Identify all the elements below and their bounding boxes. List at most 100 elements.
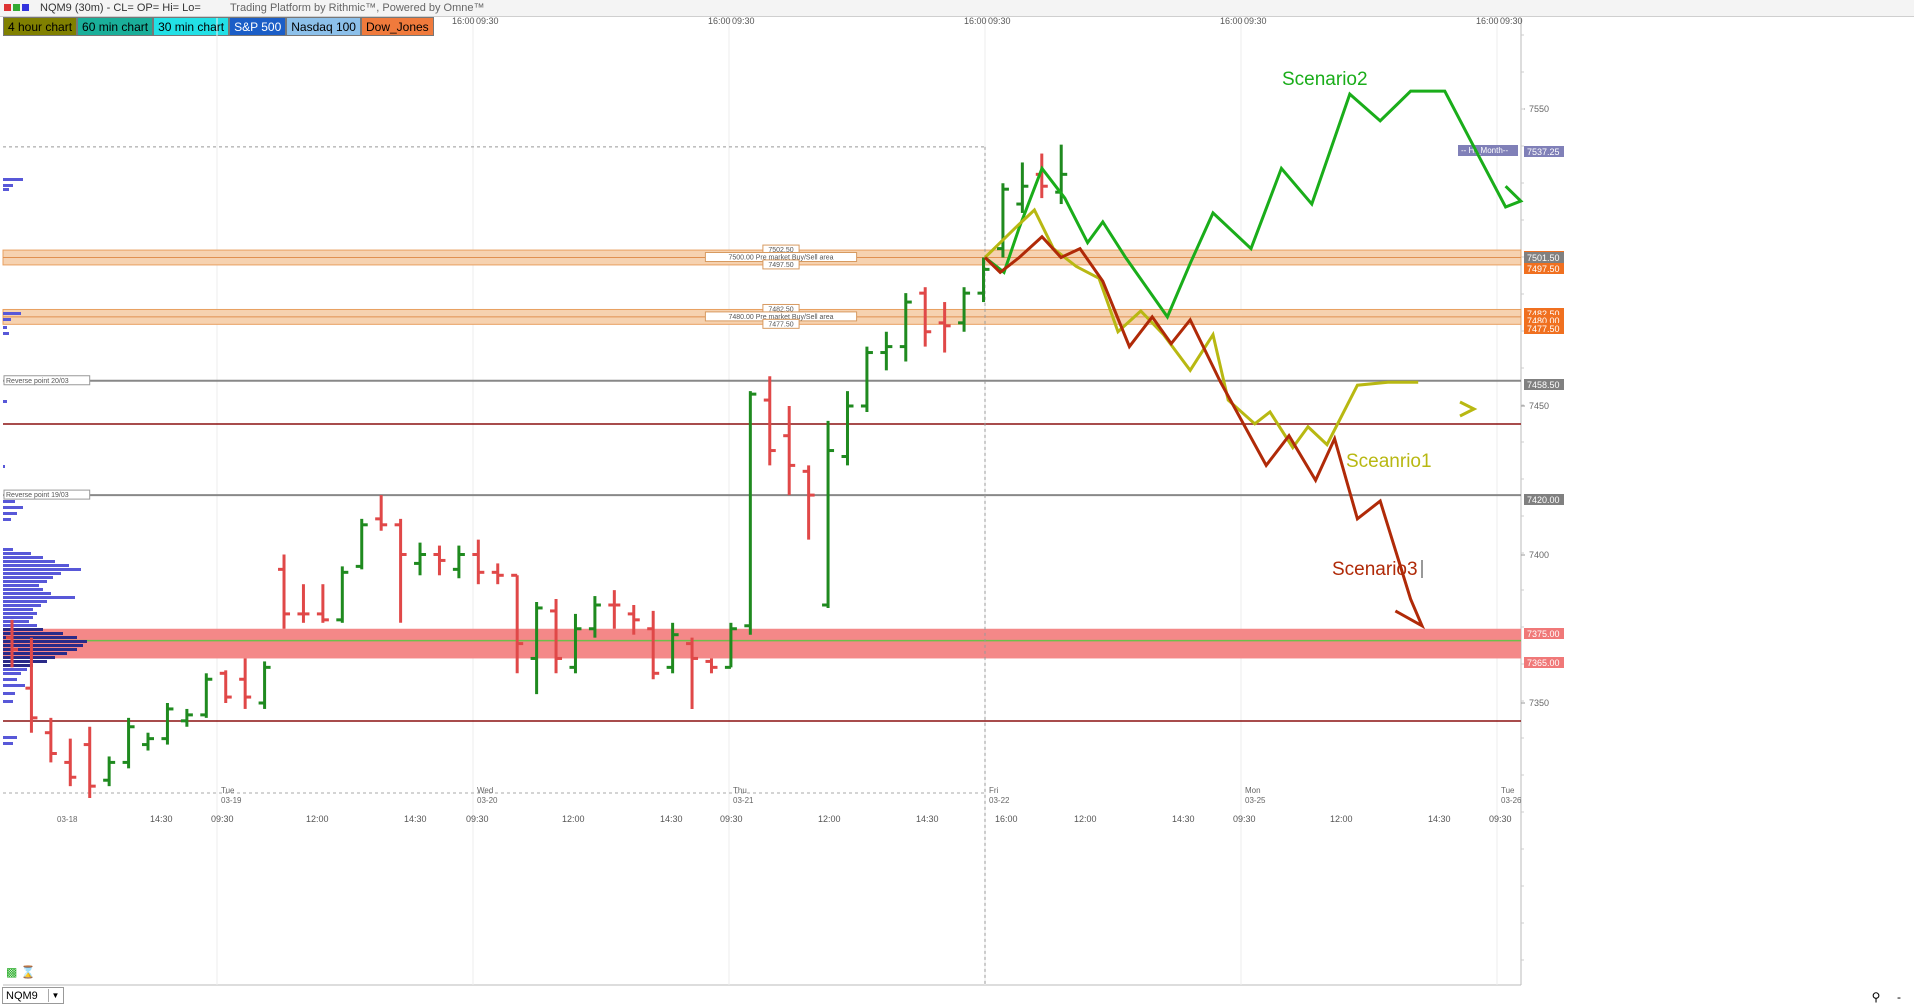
volume-profile-bar <box>3 564 69 567</box>
volume-profile-bar <box>3 568 81 571</box>
top-time-label: 09:30 <box>476 16 499 26</box>
day-name-label: Tue <box>221 786 235 795</box>
volume-profile-bar <box>3 572 61 575</box>
volume-profile-bar <box>3 624 37 627</box>
date-label: 03-26 <box>1501 796 1522 805</box>
volume-profile-bar <box>3 628 43 631</box>
volume-profile-bar <box>3 600 47 603</box>
bottom-time-label: 09:30 <box>1233 814 1256 824</box>
bottom-time-label: 14:30 <box>150 814 173 824</box>
scenario2-label: Scenario2 <box>1282 69 1368 90</box>
day-name-label: Thu <box>733 786 747 795</box>
chart-tools: ▩ ⌛ <box>6 965 36 979</box>
price-tick-label: 7400 <box>1529 550 1549 560</box>
volume-profile-bar <box>3 604 41 607</box>
volume-profile-bar <box>3 312 21 315</box>
hi-month-label: -- Hi_Month-- <box>1461 146 1508 155</box>
zoom-icon[interactable]: ⚲ <box>1867 988 1885 1006</box>
zone1-bot-label: 7497.50 <box>768 262 793 269</box>
price-tick-label: 7350 <box>1529 698 1549 708</box>
bottom-time-label: 12:00 <box>562 814 585 824</box>
date-label: 03-21 <box>733 796 754 805</box>
plot-area <box>0 16 1914 988</box>
volume-profile-bar <box>3 518 11 521</box>
top-time-label: 16:00 <box>452 16 475 26</box>
bottom-time-label: 09:30 <box>211 814 234 824</box>
bottom-time-label: 16:00 <box>995 814 1018 824</box>
reverse-point-label-19-03: Reverse point 19/03 <box>6 492 69 499</box>
bottom-time-label: 14:30 <box>916 814 939 824</box>
bottom-time-label: 09:30 <box>466 814 489 824</box>
date-label: 03-25 <box>1245 796 1266 805</box>
hourglass-icon[interactable]: ⌛ <box>21 965 36 979</box>
symbol-value: NQM9 <box>6 990 38 1002</box>
price-badge-label: 7501.50 <box>1527 253 1560 263</box>
volume-profile-bar <box>3 700 13 703</box>
volume-profile-bar <box>3 548 13 551</box>
volume-profile-bar <box>3 588 43 591</box>
day-name-label: Wed <box>477 786 493 795</box>
volume-profile-bar <box>3 664 33 667</box>
top-time-label: 09:30 <box>988 16 1011 26</box>
volume-profile-bar <box>3 178 23 181</box>
chevron-down-icon[interactable]: ▼ <box>48 989 62 1002</box>
volume-profile-bar <box>3 506 23 509</box>
volume-profile-bar <box>3 620 29 623</box>
bottom-time-label: 14:30 <box>404 814 427 824</box>
volume-profile-bar <box>3 576 53 579</box>
date-label: 03-22 <box>989 796 1010 805</box>
volume-profile-bar <box>3 660 47 663</box>
scenario2-path[interactable] <box>984 89 1524 320</box>
volume-profile-bar <box>3 500 15 503</box>
day-name-label: Tue <box>1501 786 1515 795</box>
date-label: 03-20 <box>477 796 498 805</box>
volume-profile-bar <box>3 580 47 583</box>
top-time-label: 16:00 <box>964 16 987 26</box>
volume-profile-bar <box>3 636 77 639</box>
volume-profile-bar <box>3 465 5 468</box>
volume-profile-bar <box>3 184 13 187</box>
candles-icon[interactable]: ▩ <box>6 965 17 979</box>
volume-profile-bar <box>3 640 87 643</box>
top-time-label: 09:30 <box>1500 16 1523 26</box>
bottom-time-label: 12:00 <box>1330 814 1353 824</box>
price-badge-label: 7375.00 <box>1527 629 1560 639</box>
volume-profile-bar <box>3 644 83 647</box>
symbol-select[interactable]: NQM9 ▼ <box>2 987 64 1004</box>
top-time-label: 16:00 <box>708 16 731 26</box>
scenario1-arrowhead <box>1459 400 1478 418</box>
date-label: 03-18 <box>57 815 78 824</box>
date-label: 03-19 <box>221 796 242 805</box>
price-badge-label: 7420.00 <box>1527 495 1560 505</box>
volume-profile-bar <box>3 612 37 615</box>
price-badge-label: 7458.50 <box>1527 380 1560 390</box>
bottom-time-label: 14:30 <box>1172 814 1195 824</box>
zone2-bot-label: 7477.50 <box>768 321 793 328</box>
volume-profile-bar <box>3 556 43 559</box>
volume-profile-bar <box>3 684 25 687</box>
collapse-icon[interactable]: - <box>1890 988 1908 1006</box>
volume-profile-bar <box>3 188 9 191</box>
volume-profile-bar <box>3 742 13 745</box>
volume-profile-bar <box>3 326 7 329</box>
volume-profile-bar <box>3 678 17 681</box>
volume-profile-bar <box>3 552 31 555</box>
volume-profile-bar <box>3 332 9 335</box>
volume-profile-bar <box>3 318 11 321</box>
day-name-label: Fri <box>989 786 999 795</box>
volume-profile-bar <box>3 668 27 671</box>
scenario3-label: Scenario3 <box>1332 559 1418 580</box>
volume-profile-bar <box>3 592 51 595</box>
bottom-time-label: 12:00 <box>818 814 841 824</box>
volume-profile-bar <box>3 608 33 611</box>
bottom-time-label: 09:30 <box>720 814 743 824</box>
price-tick-label: 7450 <box>1529 401 1549 411</box>
top-time-label: 09:30 <box>732 16 755 26</box>
price-badge-label: 7365.00 <box>1527 658 1560 668</box>
volume-profile-bar <box>3 672 21 675</box>
top-time-label: 16:00 <box>1220 16 1243 26</box>
price-badge-label: 7537.25 <box>1527 147 1560 157</box>
bottom-time-label: 09:30 <box>1489 814 1512 824</box>
volume-profile-bar <box>3 512 17 515</box>
price-chart[interactable]: 16:00 09:30 16:00 09:30 16:00 09:30 16:00 09:30… <box>0 0 1914 1007</box>
